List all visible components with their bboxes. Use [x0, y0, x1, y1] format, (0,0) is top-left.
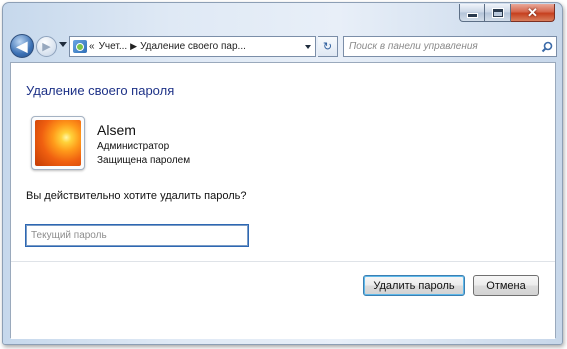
current-password-field[interactable] — [25, 224, 249, 247]
control-panel-window: ✕ ◀ ▶ « Учет... ▶ Удаление своего пар...… — [2, 2, 563, 345]
breadcrumb-overflow[interactable]: « — [89, 41, 95, 52]
address-bar[interactable]: « Учет... ▶ Удаление своего пар... — [69, 36, 316, 57]
back-arrow-icon: ◀ — [16, 37, 28, 54]
breadcrumb-item-remove-password[interactable]: Удаление своего пар... — [140, 41, 246, 52]
forward-button[interactable]: ▶ — [36, 36, 57, 57]
user-role: Администратор — [97, 141, 170, 152]
close-icon: ✕ — [527, 5, 538, 20]
refresh-button[interactable]: ↻ — [318, 36, 338, 57]
close-button[interactable]: ✕ — [511, 4, 555, 22]
address-dropdown-button[interactable] — [300, 37, 315, 56]
navigation-bar: ◀ ▶ « Учет... ▶ Удаление своего пар... ↻… — [3, 30, 562, 62]
control-panel-icon — [73, 40, 87, 53]
search-icon[interactable] — [538, 37, 556, 56]
minimize-button[interactable] — [459, 4, 485, 22]
refresh-icon: ↻ — [322, 41, 333, 53]
user-picture-flower — [35, 120, 81, 166]
search-input[interactable]: Поиск в панели управления — [343, 36, 557, 57]
page-title: Удаление своего пароля — [26, 83, 175, 98]
button-bar: Удалить пароль Отмена — [11, 261, 555, 339]
maximize-icon — [492, 8, 503, 17]
caption-buttons: ✕ — [459, 4, 555, 22]
forward-arrow-icon: ▶ — [42, 41, 51, 53]
user-password-status: Защищена паролем — [97, 155, 191, 166]
delete-password-button[interactable]: Удалить пароль — [363, 275, 465, 296]
maximize-button[interactable] — [485, 4, 511, 22]
content-pane: Удаление своего пароля Alsem Администрат… — [10, 62, 556, 339]
back-button[interactable]: ◀ — [10, 34, 34, 58]
chevron-down-icon — [304, 44, 311, 49]
confirmation-question: Вы действительно хотите удалить пароль? — [26, 190, 247, 202]
recent-pages-dropdown-icon[interactable] — [59, 42, 67, 47]
breadcrumb-item-accounts[interactable]: Учет... — [99, 41, 128, 52]
user-name: Alsem — [97, 122, 136, 138]
search-placeholder: Поиск в панели управления — [349, 41, 478, 52]
minimize-icon — [467, 14, 477, 17]
avatar — [31, 116, 85, 170]
cancel-button[interactable]: Отмена — [473, 275, 539, 296]
chevron-right-icon[interactable]: ▶ — [130, 41, 137, 52]
